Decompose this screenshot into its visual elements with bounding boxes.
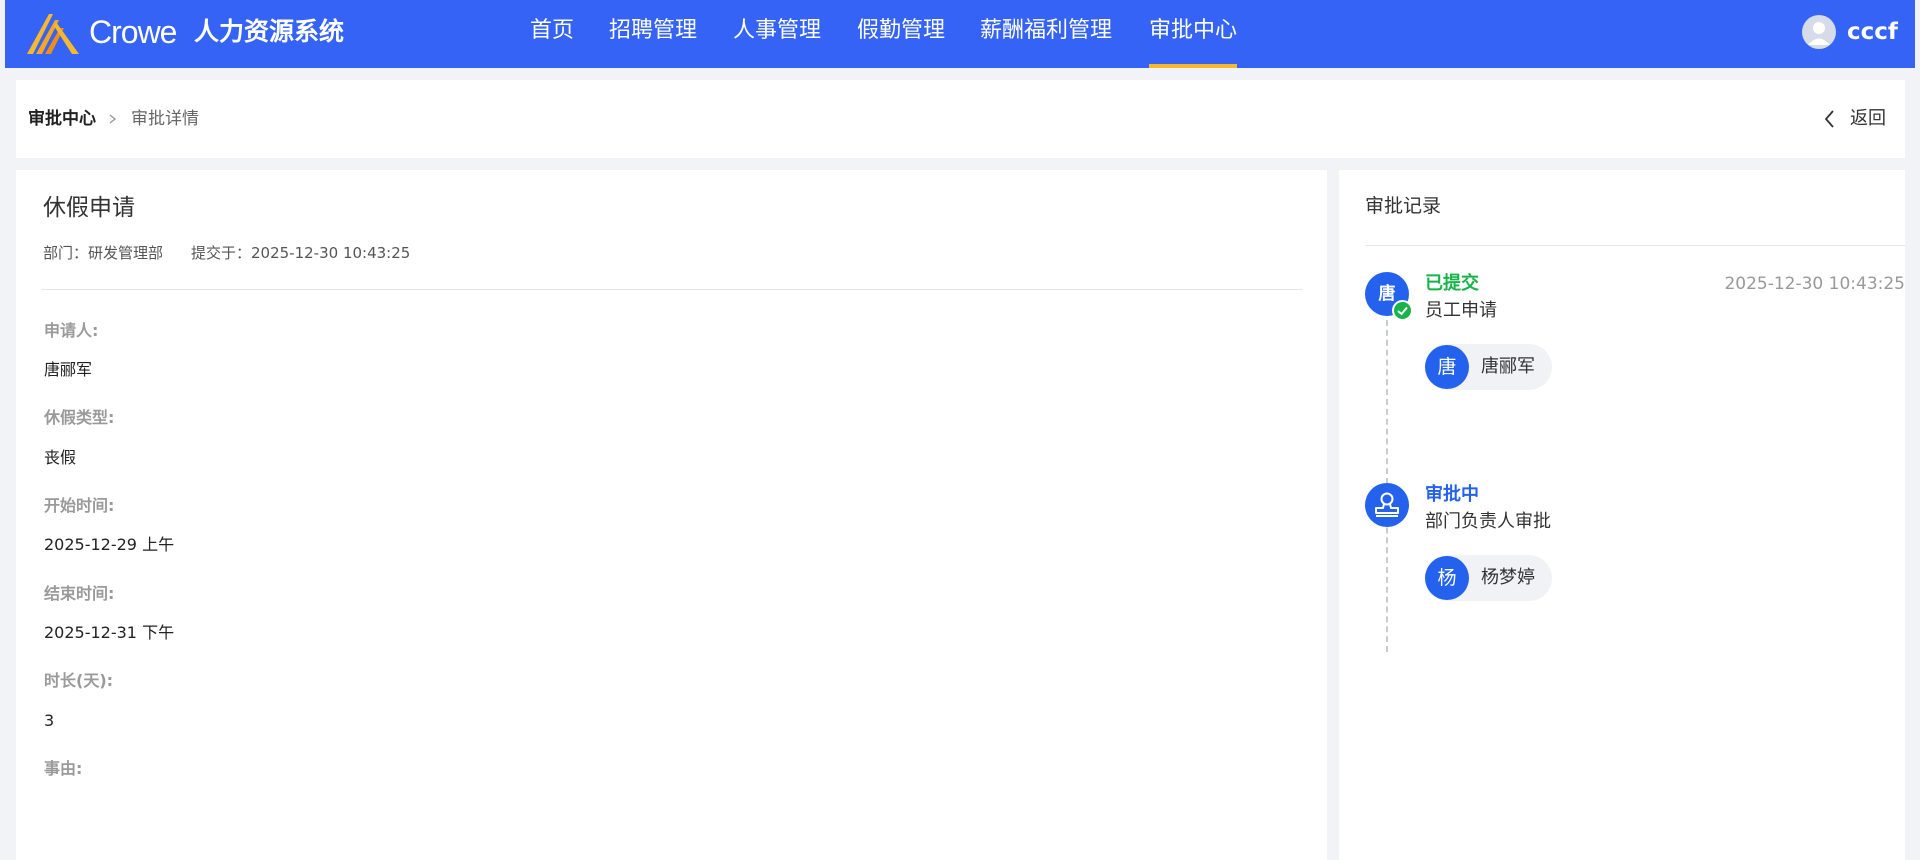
step-status: 已提交	[1425, 273, 1479, 294]
user-icon	[1808, 22, 1830, 45]
application-detail-panel: 休假申请 部门：研发管理部 提交于：2025-12-30 10:43:25 申请…	[16, 170, 1327, 860]
start-time-label: 开始时间:	[44, 496, 115, 515]
page-title: 休假申请	[43, 195, 135, 221]
approver-name: 杨梦婷	[1481, 567, 1535, 588]
approval-detail-page: Crowe 人力资源系统 首页 招聘管理 人事管理 假勤管理 薪酬福利管理 审批…	[0, 0, 1920, 860]
user-name[interactable]: cccf	[1847, 15, 1898, 49]
chevron-right-icon	[109, 114, 117, 124]
nav-approval-center[interactable]: 审批中心	[1149, 14, 1238, 68]
record-title: 审批记录	[1365, 195, 1442, 217]
nav-payroll-benefits[interactable]: 薪酬福利管理	[980, 14, 1112, 68]
nav-recruitment[interactable]: 招聘管理	[609, 14, 697, 68]
check-circle-icon	[1392, 300, 1413, 321]
nav-attendance[interactable]: 假勤管理	[857, 14, 945, 68]
duration-label: 时长(天):	[44, 671, 114, 690]
system-name: 人力资源系统	[194, 17, 345, 46]
nav-personnel[interactable]: 人事管理	[733, 14, 821, 68]
breadcrumb-root-link[interactable]: 审批中心	[28, 108, 96, 130]
breadcrumb-current: 审批详情	[131, 109, 199, 129]
department-info: 部门：研发管理部	[43, 244, 164, 262]
approver-chip[interactable]: 杨 杨梦婷	[1425, 555, 1552, 601]
approver-chip[interactable]: 唐 唐郦军	[1425, 344, 1552, 390]
step-time: 2025-12-30 10:43:25	[1724, 274, 1905, 294]
step-description: 员工申请	[1425, 300, 1497, 321]
breadcrumb: 审批中心 审批详情 返回	[16, 80, 1905, 158]
applicant-value: 唐郦军	[44, 360, 93, 379]
avatar: 杨	[1425, 556, 1469, 600]
duration-value: 3	[44, 711, 55, 730]
top-nav-bar: Crowe 人力资源系统 首页 招聘管理 人事管理 假勤管理 薪酬福利管理 审批…	[5, 0, 1915, 68]
end-time-value: 2025-12-31 下午	[44, 623, 175, 642]
start-time-value: 2025-12-29 上午	[44, 535, 175, 554]
step-description: 部门负责人审批	[1425, 511, 1551, 532]
approver-name: 唐郦军	[1481, 356, 1535, 377]
reason-label: 事由:	[44, 759, 83, 778]
leave-type-label: 休假类型:	[44, 408, 115, 427]
back-button[interactable]: 返回	[1823, 104, 1903, 134]
step-status: 审批中	[1425, 484, 1479, 505]
stamp-icon	[1365, 483, 1409, 527]
crowe-logo-icon[interactable]	[27, 10, 81, 56]
submitted-time: 提交于：2025-12-30 10:43:25	[191, 244, 411, 262]
end-time-label: 结束时间:	[44, 584, 115, 603]
nav-home[interactable]: 首页	[530, 14, 574, 68]
divider	[1365, 245, 1905, 246]
leave-type-value: 丧假	[44, 448, 77, 467]
brand-name-en: Crowe	[89, 14, 177, 50]
approval-record-panel: 审批记录 唐 已提交 2025-12-30 10:43:25 员工申请 唐 唐郦…	[1339, 170, 1905, 860]
user-avatar[interactable]	[1802, 15, 1836, 49]
chevron-left-icon	[1824, 110, 1834, 128]
back-button-label: 返回	[1850, 108, 1886, 129]
divider	[42, 289, 1302, 290]
avatar: 唐	[1425, 345, 1469, 389]
applicant-label: 申请人:	[44, 321, 99, 340]
